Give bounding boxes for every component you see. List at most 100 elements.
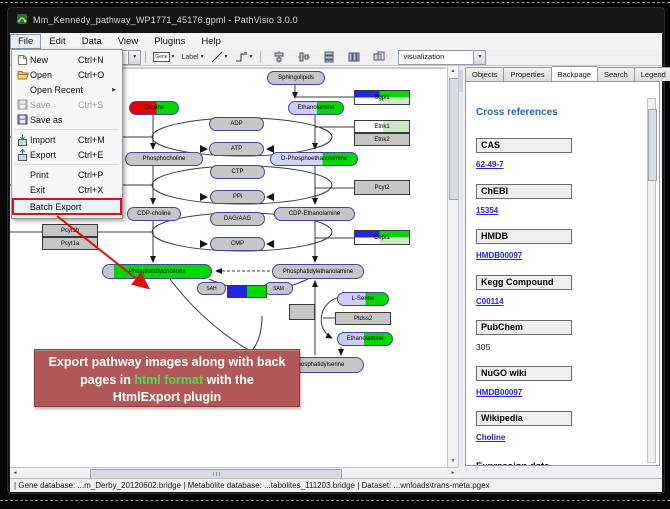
menu-view[interactable]: View (110, 34, 146, 49)
connector-tool-button[interactable]: ▼ (233, 50, 256, 64)
node-cmp[interactable]: CMP (210, 237, 265, 251)
datanode-tool-button[interactable]: Gene▼ (151, 50, 177, 64)
common-size-button[interactable] (371, 50, 387, 64)
callout-line1: Export pathway images along with back (35, 354, 299, 372)
xref-source-kegg-compound: Kegg Compound (476, 275, 572, 290)
node-phosphatidylethanolamine[interactable]: Phosphatidylethanolamine (272, 264, 364, 279)
node-sgpl1[interactable]: Sgpl1 (354, 90, 410, 105)
node-gene-box-top[interactable] (227, 285, 267, 298)
sidebar-scrollbar[interactable] (647, 98, 656, 463)
align-center-icon (273, 51, 285, 63)
xref-link[interactable]: HMDB00097 (476, 388, 645, 397)
node-choline[interactable]: Choline (129, 101, 179, 115)
menu-item-shortcut: Ctrl+S (78, 100, 116, 110)
menu-item-open-recent[interactable]: Open Recent▶ (12, 82, 122, 97)
node-pcyt2[interactable]: Pcyt2 (354, 180, 410, 195)
node-atp[interactable]: ATP (209, 142, 264, 156)
menu-item-open[interactable]: OpenCtrl+O (12, 67, 122, 82)
node-o-phosphoethanolamine[interactable]: O-Phosphoethanolamine (270, 152, 358, 166)
scroll-left-icon[interactable]: ◄ (10, 468, 20, 478)
menu-item-label: Print (30, 170, 49, 180)
node-ppi[interactable]: PPi (210, 190, 265, 204)
canvas-horizontal-scrollbar[interactable]: ◄ ► (10, 467, 458, 478)
node-label: L-Serine (352, 296, 375, 302)
node-etnk2[interactable]: Etnk2 (354, 133, 410, 146)
menu-data[interactable]: Data (74, 34, 110, 49)
node-ptdss2[interactable]: Ptdss2 (335, 312, 391, 325)
menu-item-import[interactable]: ImportCtrl+M (12, 132, 122, 147)
desktop-pattern-bottom (0, 500, 670, 501)
new-doc-icon (15, 54, 30, 66)
xref-link[interactable]: HMDB00097 (476, 251, 645, 260)
node-label: ADP (230, 121, 242, 127)
node-sah[interactable]: SAH (197, 282, 226, 295)
menu-item-shortcut: Ctrl+N (78, 55, 116, 65)
scroll-up-icon[interactable]: ▲ (448, 66, 458, 77)
tab-search[interactable]: Search (597, 67, 635, 81)
node-pcyt1a[interactable]: Pcyt1a (42, 237, 98, 250)
node-pcyt1b[interactable]: Pcyt1b (42, 224, 98, 237)
xref-link[interactable]: 62-49-7 (476, 160, 645, 169)
line-tool-button[interactable]: ▼ (209, 50, 231, 64)
node-ctp[interactable]: CTP (210, 165, 265, 179)
tab-properties[interactable]: Properties (503, 67, 551, 81)
label-tool-button[interactable]: Label▼ (179, 50, 206, 64)
stack-horizontal-button[interactable] (346, 50, 362, 64)
node-gene-box-right[interactable] (289, 304, 315, 320)
node-sam[interactable]: SAM (264, 282, 293, 295)
node-l-serine[interactable]: L-Serine (337, 292, 389, 306)
callout-line3: HtmlExport plugin (35, 389, 299, 407)
menu-item-label: Open (30, 70, 52, 80)
chevron-down-icon: ▼ (249, 54, 254, 60)
visualization-combobox[interactable]: visualization ▼ (398, 50, 486, 65)
menu-item-batch-export[interactable]: Batch Export (12, 198, 122, 215)
menu-item-print[interactable]: PrintCtrl+P (12, 167, 122, 182)
app-icon (16, 13, 28, 27)
menu-item-save[interactable]: SaveCtrl+S (12, 97, 122, 112)
visualization-dropdown-icon[interactable]: ▼ (473, 51, 485, 64)
align-middle-button[interactable] (296, 50, 312, 64)
menu-help[interactable]: Help (193, 34, 229, 49)
sidebar-scroll-thumb[interactable] (648, 109, 657, 181)
menu-edit[interactable]: Edit (41, 34, 73, 49)
menu-item-exit[interactable]: ExitCtrl+X (12, 182, 122, 197)
node-label: Pcyt2 (374, 185, 389, 191)
node-sphingolipids[interactable]: Sphingolipids (267, 71, 325, 85)
node-ethanolamine[interactable]: Ethanolamine (288, 101, 344, 115)
menu-item-label: Export (30, 150, 56, 160)
node-ethanolamine-2[interactable]: Ethanolamine (337, 332, 393, 346)
scroll-down-icon[interactable]: ▼ (448, 456, 458, 467)
xref-source-chebi: ChEBI (476, 184, 572, 199)
status-bar: | Gene database: ...m_Derby_20120602.bri… (10, 478, 662, 492)
node-cdp-choline[interactable]: CDP-choline (127, 207, 181, 221)
align-center-button[interactable] (271, 50, 287, 64)
xref-link[interactable]: Choline (476, 433, 645, 442)
node-phosphocholine[interactable]: Phosphocholine (125, 152, 203, 166)
menu-plugins[interactable]: Plugins (146, 34, 193, 49)
xref-link[interactable]: C00114 (476, 297, 645, 306)
node-cept1[interactable]: Cept1 (354, 230, 410, 245)
menu-item-save-as[interactable]: Save as (12, 112, 122, 127)
scroll-right-icon[interactable]: ► (448, 468, 458, 478)
elbow-connector-icon (235, 51, 248, 63)
node-adp[interactable]: ADP (209, 117, 264, 131)
node-label: Choline (144, 105, 164, 111)
submenu-arrow-icon: ▶ (112, 87, 116, 93)
tab-backpage[interactable]: Backpage (551, 66, 598, 80)
node-label: ATP (231, 146, 242, 152)
chevron-down-icon: ▼ (200, 54, 205, 60)
node-phosphatidylcholines[interactable]: Phosphatidylcholines (102, 264, 212, 279)
canvas-vertical-scrollbar[interactable]: ▲ ▼ (447, 66, 458, 467)
node-dag-aag[interactable]: DAG/AAG (210, 212, 265, 226)
tab-legend[interactable]: Legend (634, 67, 670, 81)
title-bar[interactable]: Mm_Kennedy_pathway_WP1771_45176.gpml - P… (7, 7, 665, 33)
menu-item-export[interactable]: ExportCtrl+E (12, 147, 122, 162)
node-cdp-ethanolamine[interactable]: CDP-Ethanolamine (274, 207, 355, 221)
stack-vertical-button[interactable] (321, 50, 337, 64)
node-etnk1[interactable]: Etnk1 (354, 120, 410, 133)
menu-file[interactable]: File (10, 34, 41, 49)
zoom-dropdown-icon[interactable]: ▼ (128, 51, 140, 64)
tab-objects[interactable]: Objects (465, 67, 504, 81)
menu-item-new[interactable]: NewCtrl+N (12, 52, 122, 67)
xref-link[interactable]: 15354 (476, 206, 645, 215)
